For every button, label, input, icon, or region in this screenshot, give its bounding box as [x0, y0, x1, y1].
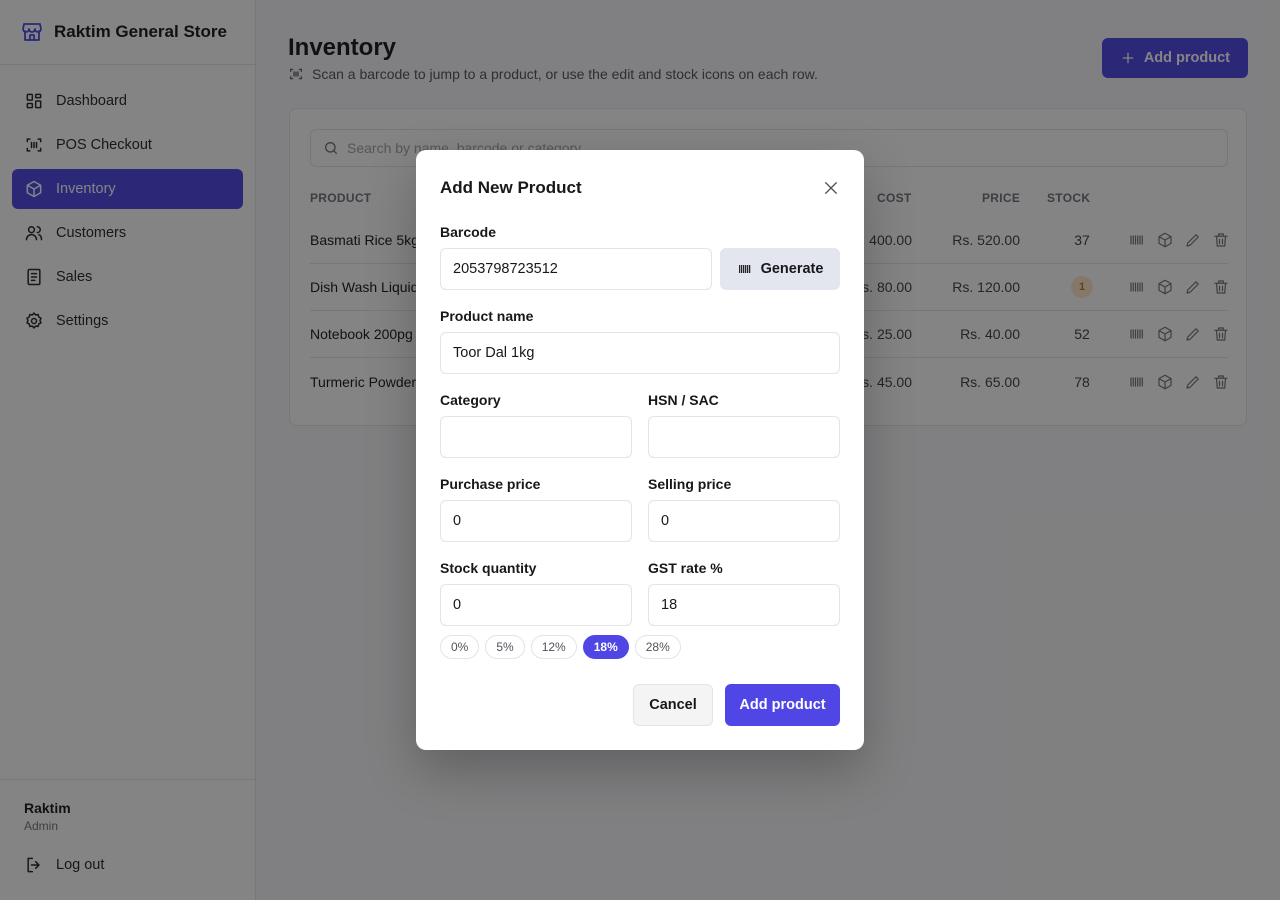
gst-chip-5[interactable]: 5% [485, 635, 525, 659]
product-name-input[interactable] [440, 332, 840, 374]
add-product-dialog: Add New Product Barcode Generate Product… [416, 150, 864, 750]
gst-preset-chips: 0% 5% 12% 18% 28% [440, 635, 681, 659]
selling-price-input[interactable] [648, 500, 840, 542]
gst-chip-0[interactable]: 0% [440, 635, 480, 659]
stock-quantity-input[interactable] [440, 584, 632, 626]
barcode-icon [738, 265, 750, 273]
stock-quantity-label: Stock quantity [440, 560, 537, 576]
hsn-label: HSN / SAC [648, 392, 719, 408]
purchase-price-input[interactable] [440, 500, 632, 542]
category-label: Category [440, 392, 501, 408]
barcode-input[interactable] [440, 248, 712, 290]
gst-chip-12[interactable]: 12% [530, 635, 577, 659]
product-name-label: Product name [440, 308, 534, 324]
hsn-input[interactable] [648, 416, 840, 458]
selling-price-label: Selling price [648, 476, 732, 492]
generate-barcode-button[interactable]: Generate [720, 248, 840, 290]
submit-add-product-button[interactable]: Add product [725, 684, 840, 726]
close-icon[interactable] [822, 179, 840, 197]
modal-title: Add New Product [440, 178, 582, 197]
cancel-button[interactable]: Cancel [633, 684, 713, 726]
gst-chip-18[interactable]: 18% [582, 635, 629, 659]
gst-chip-28[interactable]: 28% [634, 635, 681, 659]
gst-rate-input[interactable] [648, 584, 840, 626]
gst-rate-label: GST rate % [648, 560, 723, 576]
generate-label: Generate [760, 261, 824, 277]
barcode-label: Barcode [440, 224, 497, 240]
category-input[interactable] [440, 416, 632, 458]
purchase-price-label: Purchase price [440, 476, 541, 492]
